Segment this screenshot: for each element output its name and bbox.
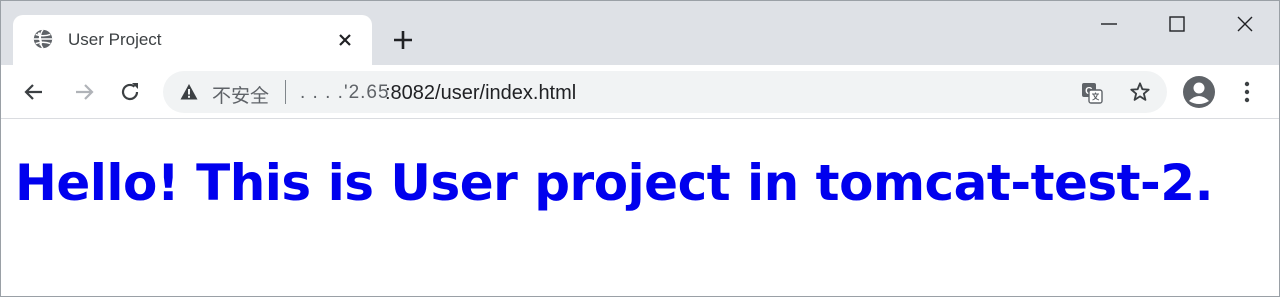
bookmark-star-icon[interactable] [1129,81,1151,103]
forward-arrow-icon[interactable] [72,80,96,104]
page-content: Hello! This is User project in tomcat-te… [1,120,1279,296]
tab-user-project[interactable]: User Project [13,15,372,65]
separator [285,80,286,104]
globe-icon [33,29,53,49]
browser-window: User Project 不安全 . . . .'2.65:8082/user… [0,0,1280,297]
tab-close-icon[interactable] [336,31,354,49]
minimize-icon[interactable] [1098,13,1120,35]
tab-title: User Project [68,30,162,49]
back-arrow-icon[interactable] [22,80,46,104]
translate-icon[interactable]: G [1081,82,1103,104]
warning-triangle-icon[interactable] [180,83,198,101]
page-heading: Hello! This is User project in tomcat-te… [15,154,1214,212]
url-host-redacted: . . . .'2.65 [300,82,390,103]
profile-avatar-icon[interactable] [1183,76,1215,108]
close-window-icon[interactable] [1234,13,1256,35]
reload-icon[interactable] [118,80,142,104]
new-tab-plus-icon[interactable] [391,28,415,52]
more-menu-icon[interactable] [1241,80,1253,104]
browser-toolbar: 不安全 . . . .'2.65 :8082/user/index.html G [1,65,1279,119]
tab-strip: User Project [1,1,1279,65]
not-secure-label[interactable]: 不安全 [212,81,269,108]
url-text[interactable]: :8082/user/index.html [385,82,576,105]
address-bar[interactable]: 不安全 . . . .'2.65 :8082/user/index.html G [163,71,1167,113]
maximize-icon[interactable] [1166,13,1188,35]
